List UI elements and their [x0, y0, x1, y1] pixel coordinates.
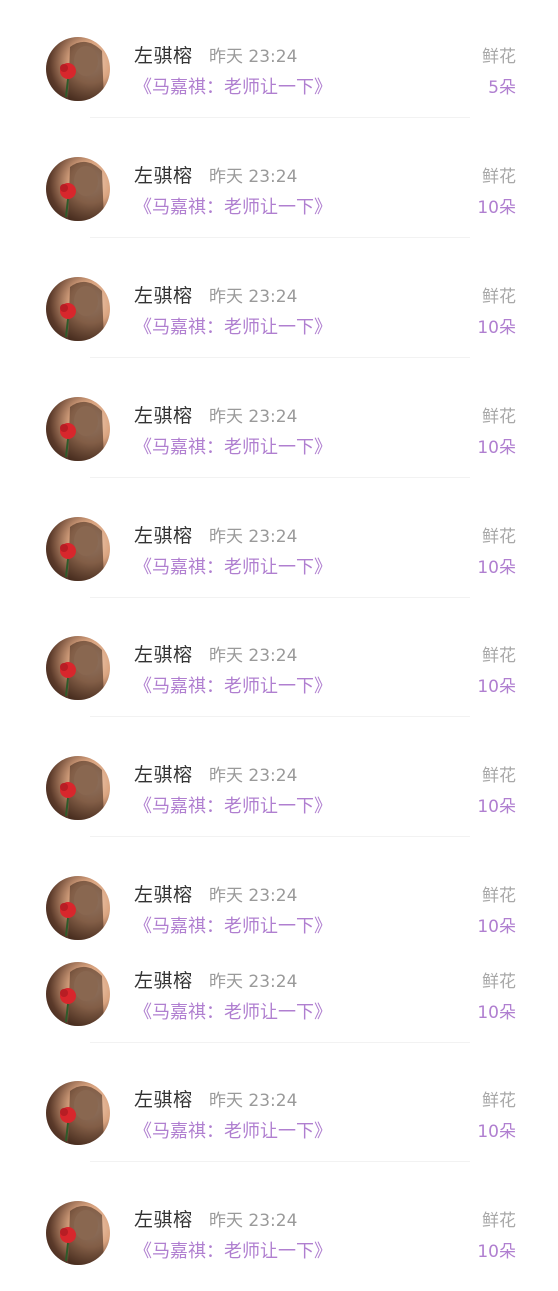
gift-count: 10朵 [477, 797, 516, 817]
timestamp: 昨天 23:24 [209, 287, 298, 307]
book-title-link[interactable]: 《马嘉祺：老师让一下》 [134, 1117, 332, 1143]
list-item[interactable]: 左骐榕 昨天 23:24 《马嘉祺：老师让一下》 鲜花 10朵 [0, 397, 558, 487]
gift-type: 鲜花 [482, 47, 516, 67]
gift-count: 5朵 [488, 78, 516, 98]
gift-type: 鲜花 [482, 1091, 516, 1111]
timestamp: 昨天 23:24 [209, 1091, 298, 1111]
book-title-link[interactable]: 《马嘉祺：老师让一下》 [134, 1237, 332, 1263]
book-title-link[interactable]: 《马嘉祺：老师让一下》 [134, 433, 332, 459]
list-item[interactable]: 左骐榕 昨天 23:24 《马嘉祺：老师让一下》 鲜花 10朵 [0, 1201, 558, 1291]
sender-name: 左骐榕 [134, 525, 193, 547]
avatar[interactable] [46, 157, 110, 221]
sender-name: 左骐榕 [134, 644, 193, 666]
avatar[interactable] [46, 277, 110, 341]
sender-name: 左骐榕 [134, 405, 193, 427]
list-item[interactable]: 左骐榕 昨天 23:24 《马嘉祺：老师让一下》 鲜花 10朵 [0, 277, 558, 367]
list-item[interactable]: 左骐榕 昨天 23:24 《马嘉祺：老师让一下》 鲜花 10朵 [0, 876, 558, 966]
divider [90, 1042, 470, 1043]
timestamp: 昨天 23:24 [209, 167, 298, 187]
divider [90, 836, 470, 837]
sender-name: 左骐榕 [134, 970, 193, 992]
divider [90, 357, 470, 358]
divider [90, 1161, 470, 1162]
book-title-link[interactable]: 《马嘉祺：老师让一下》 [134, 792, 332, 818]
gift-count: 10朵 [477, 1122, 516, 1142]
book-title-link[interactable]: 《马嘉祺：老师让一下》 [134, 313, 332, 339]
list-item[interactable]: 左骐榕 昨天 23:24 《马嘉祺：老师让一下》 鲜花 10朵 [0, 756, 558, 846]
list-item[interactable]: 左骐榕 昨天 23:24 《马嘉祺：老师让一下》 鲜花 10朵 [0, 1081, 558, 1171]
book-title-link[interactable]: 《马嘉祺：老师让一下》 [134, 553, 332, 579]
avatar[interactable] [46, 962, 110, 1026]
list-item[interactable]: 左骐榕 昨天 23:24 《马嘉祺：老师让一下》 鲜花 10朵 [0, 636, 558, 726]
gift-count: 10朵 [477, 1242, 516, 1262]
gift-count: 10朵 [477, 558, 516, 578]
timestamp: 昨天 23:24 [209, 766, 298, 786]
gift-count: 10朵 [477, 917, 516, 937]
avatar[interactable] [46, 756, 110, 820]
book-title-link[interactable]: 《马嘉祺：老师让一下》 [134, 73, 332, 99]
divider [90, 117, 470, 118]
gift-count: 10朵 [477, 438, 516, 458]
gift-type: 鲜花 [482, 646, 516, 666]
list-item[interactable]: 左骐榕 昨天 23:24 《马嘉祺：老师让一下》 鲜花 10朵 [0, 157, 558, 247]
divider [90, 716, 470, 717]
gift-type: 鲜花 [482, 407, 516, 427]
list-item[interactable]: 左骐榕 昨天 23:24 《马嘉祺：老师让一下》 鲜花 10朵 [0, 517, 558, 607]
gift-count: 10朵 [477, 677, 516, 697]
avatar[interactable] [46, 1081, 110, 1145]
gift-record-list: 左骐榕 昨天 23:24 《马嘉祺：老师让一下》 鲜花 5朵 左骐榕 昨天 23… [0, 0, 558, 1280]
gift-type: 鲜花 [482, 766, 516, 786]
timestamp: 昨天 23:24 [209, 646, 298, 666]
timestamp: 昨天 23:24 [209, 407, 298, 427]
timestamp: 昨天 23:24 [209, 972, 298, 992]
avatar[interactable] [46, 636, 110, 700]
timestamp: 昨天 23:24 [209, 47, 298, 67]
gift-count: 10朵 [477, 318, 516, 338]
list-item[interactable]: 左骐榕 昨天 23:24 《马嘉祺：老师让一下》 鲜花 10朵 [0, 962, 558, 1052]
gift-type: 鲜花 [482, 167, 516, 187]
gift-type: 鲜花 [482, 287, 516, 307]
avatar[interactable] [46, 517, 110, 581]
list-item[interactable]: 左骐榕 昨天 23:24 《马嘉祺：老师让一下》 鲜花 5朵 [0, 37, 558, 127]
timestamp: 昨天 23:24 [209, 886, 298, 906]
gift-type: 鲜花 [482, 527, 516, 547]
book-title-link[interactable]: 《马嘉祺：老师让一下》 [134, 672, 332, 698]
sender-name: 左骐榕 [134, 1209, 193, 1231]
sender-name: 左骐榕 [134, 165, 193, 187]
gift-type: 鲜花 [482, 972, 516, 992]
gift-count: 10朵 [477, 198, 516, 218]
avatar[interactable] [46, 876, 110, 940]
divider [90, 477, 470, 478]
avatar[interactable] [46, 1201, 110, 1265]
gift-type: 鲜花 [482, 886, 516, 906]
divider [90, 597, 470, 598]
gift-count: 10朵 [477, 1003, 516, 1023]
sender-name: 左骐榕 [134, 764, 193, 786]
book-title-link[interactable]: 《马嘉祺：老师让一下》 [134, 912, 332, 938]
sender-name: 左骐榕 [134, 285, 193, 307]
avatar[interactable] [46, 397, 110, 461]
sender-name: 左骐榕 [134, 45, 193, 67]
timestamp: 昨天 23:24 [209, 1211, 298, 1231]
sender-name: 左骐榕 [134, 884, 193, 906]
timestamp: 昨天 23:24 [209, 527, 298, 547]
avatar[interactable] [46, 37, 110, 101]
book-title-link[interactable]: 《马嘉祺：老师让一下》 [134, 193, 332, 219]
book-title-link[interactable]: 《马嘉祺：老师让一下》 [134, 998, 332, 1024]
gift-type: 鲜花 [482, 1211, 516, 1231]
sender-name: 左骐榕 [134, 1089, 193, 1111]
divider [90, 237, 470, 238]
